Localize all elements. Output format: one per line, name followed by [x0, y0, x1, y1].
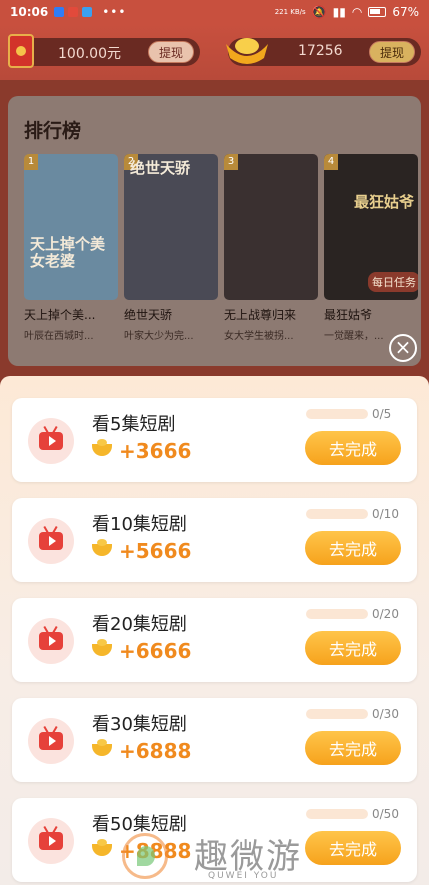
wallet-header: 100.00元 提现 17256 提现	[0, 24, 429, 80]
mute-icon: 🔕	[311, 5, 327, 19]
tv-icon	[28, 618, 74, 664]
show-name: 无上战尊归来	[224, 308, 297, 322]
task-reward: +6666	[119, 639, 192, 663]
network-speed: 221 KB/s	[274, 7, 306, 16]
poster-rank-3[interactable]: 3	[224, 154, 318, 300]
rank-badge: 1	[24, 154, 38, 170]
status-right: 221 KB/s 🔕 ▮▮ ◠ 67%	[275, 5, 419, 19]
go-complete-button[interactable]: 去完成	[305, 631, 401, 665]
show-name: 绝世天骄	[124, 308, 173, 322]
wifi-icon: ◠	[351, 5, 363, 19]
close-icon[interactable]: ×	[389, 334, 417, 362]
task-sheet: 看5集短剧 +3666 0/5 去完成 看10集短剧 +5666 0/10 去完…	[0, 376, 429, 885]
watermark-logo-icon	[122, 833, 168, 879]
show-desc: 叶辰在西城时...	[24, 331, 94, 342]
progress-text: 0/20	[372, 607, 399, 621]
progress-bar	[306, 709, 368, 719]
progress-text: 0/10	[372, 507, 399, 521]
watermark: 趣微游 QUWEI YOU	[122, 829, 322, 885]
cash-balance-pill: 100.00元 提现	[8, 34, 200, 68]
go-complete-button[interactable]: 去完成	[305, 431, 401, 465]
rank-badge: 4	[324, 154, 338, 170]
poster-rank-4[interactable]: 4 最狂姑爷 每日任务	[324, 154, 418, 300]
poster-title: 最狂姑爷	[354, 193, 415, 211]
progress-text: 0/30	[372, 707, 399, 721]
progress-bar	[306, 509, 368, 519]
task-reward: +3666	[119, 439, 192, 463]
watermark-subtext: QUWEI YOU	[208, 871, 279, 881]
progress-text: 0/50	[372, 807, 399, 821]
coin-icon	[92, 639, 112, 656]
coin-icon	[92, 439, 112, 456]
show-desc: 一觉醒来，...	[324, 331, 384, 342]
task-title: 看10集短剧	[92, 514, 187, 535]
poster-rank-1[interactable]: 1 天上掉个美女老婆	[24, 154, 118, 300]
progress-bar	[306, 809, 368, 819]
task-title: 看30集短剧	[92, 714, 187, 735]
poster-title: 天上掉个美女老婆	[30, 235, 106, 270]
battery-icon	[368, 7, 387, 17]
go-complete-button[interactable]: 去完成	[305, 731, 401, 765]
cash-amount: 100.00元	[58, 46, 121, 62]
go-complete-button[interactable]: 去完成	[305, 531, 401, 565]
daily-task-tag[interactable]: 每日任务	[368, 272, 418, 292]
coin-icon	[92, 539, 112, 556]
poster-title: 绝世天骄	[130, 159, 191, 177]
progress-bar	[306, 609, 368, 619]
gold-balance-pill: 17256 提现	[226, 38, 421, 66]
gold-amount: 17256	[298, 43, 343, 59]
battery-percent: 67%	[392, 5, 419, 19]
progress-text: 0/5	[372, 407, 392, 421]
tv-icon	[28, 718, 74, 764]
gold-withdraw-button[interactable]: 提现	[368, 41, 415, 63]
show-name: 天上掉个美...	[24, 308, 96, 322]
ranking-card: 排行榜 1 天上掉个美女老婆 2 绝世天骄 3 4 最狂姑爷 每日任务 天上掉个…	[8, 96, 421, 366]
show-name: 最狂姑爷	[324, 308, 373, 322]
task-card: 看5集短剧 +3666 0/5 去完成	[12, 398, 417, 482]
show-desc: 叶家大少为完...	[124, 331, 194, 342]
app-notification-icon	[68, 7, 79, 17]
signal-icon: ▮▮	[332, 5, 346, 19]
status-time: 10:06	[10, 5, 49, 19]
progress-bar	[306, 409, 368, 419]
task-title: 看5集短剧	[92, 414, 176, 435]
coin-icon	[92, 839, 112, 856]
task-reward: +6888	[119, 739, 192, 763]
gold-ingot-icon	[226, 38, 268, 64]
tv-icon	[28, 818, 74, 864]
tv-icon	[28, 418, 74, 464]
task-card: 看20集短剧 +6666 0/20 去完成	[12, 598, 417, 682]
tv-icon	[28, 518, 74, 564]
task-card: 看10集短剧 +5666 0/10 去完成	[12, 498, 417, 582]
red-envelope-icon	[8, 34, 34, 68]
app-notification-icon	[82, 7, 93, 17]
cash-withdraw-button[interactable]: 提现	[147, 41, 194, 63]
ranking-title: 排行榜	[24, 120, 82, 142]
poster-rank-2[interactable]: 2 绝世天骄	[124, 154, 218, 300]
task-card: 看30集短剧 +6888 0/30 去完成	[12, 698, 417, 782]
status-bar: 10:06 ••• 221 KB/s 🔕 ▮▮ ◠ 67%	[0, 0, 429, 24]
task-title: 看20集短剧	[92, 614, 187, 635]
show-desc: 女大学生被拐...	[224, 331, 294, 342]
coin-icon	[92, 739, 112, 756]
more-notifications-icon: •••	[102, 5, 127, 19]
app-notification-icon	[54, 7, 65, 17]
task-reward: +5666	[119, 539, 192, 563]
rank-badge: 3	[224, 154, 238, 170]
